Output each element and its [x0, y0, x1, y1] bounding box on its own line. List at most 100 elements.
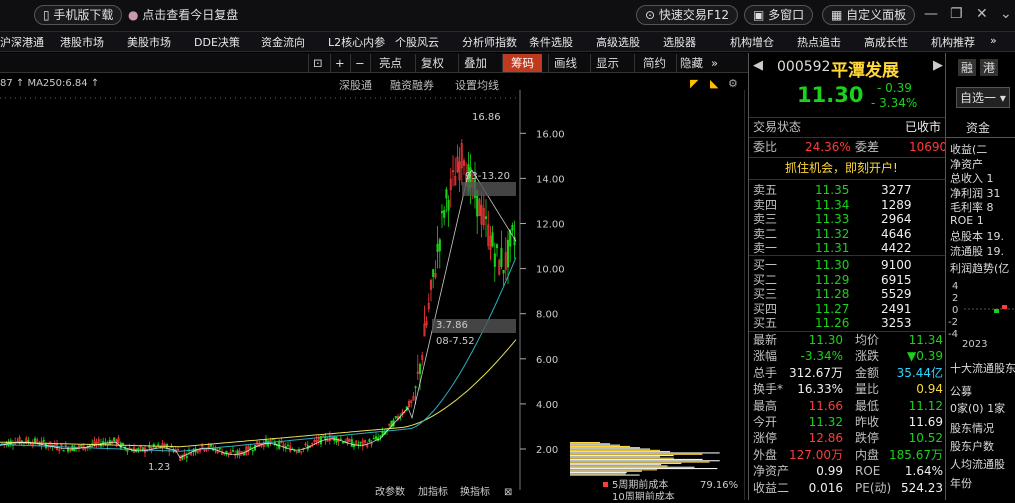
phone-icon: ▯ — [43, 8, 54, 22]
ma250-line — [0, 339, 517, 448]
toolbar-liangdian[interactable]: 亮点 — [370, 54, 410, 72]
window-icon: ▣ — [753, 8, 769, 22]
nav-item[interactable]: 分析师指数 — [462, 34, 517, 50]
svg-text:-2: -2 — [948, 317, 958, 328]
cost-marker-icon — [603, 482, 608, 487]
cost-tool-icon[interactable]: ◤ — [690, 77, 698, 90]
candle-body — [491, 232, 494, 247]
lock-icon[interactable]: ⊡ — [308, 54, 327, 72]
tag-rong[interactable]: 融 — [958, 59, 977, 76]
nav-more-icon[interactable]: » — [990, 34, 997, 47]
top10-holders[interactable]: 十大流通股东 — [950, 360, 1015, 376]
stat-row: 涨幅 -3.34% 涨跌 ▼0.39 — [753, 349, 943, 364]
status-row: 交易状态 已收市 — [753, 120, 942, 134]
nav-item[interactable]: 条件选股 — [529, 34, 573, 50]
chip-bar — [570, 447, 640, 449]
watchlist-select[interactable]: 自选一 ▾ — [956, 87, 1010, 108]
toolbar-fuquan[interactable]: 复权 — [415, 54, 449, 72]
nav-item[interactable]: 资金流向 — [261, 34, 305, 50]
nav-item[interactable]: 个股风云 — [395, 34, 439, 50]
tab-gaicanshu[interactable]: 改参数 — [375, 485, 405, 498]
chip-bar — [570, 474, 640, 476]
close-icon[interactable]: ✕ — [976, 6, 988, 22]
ma20-line — [0, 169, 517, 459]
candle-body — [447, 199, 450, 211]
candle-body — [502, 270, 505, 274]
buy-level-row: 买一 11.30 9100 — [753, 258, 912, 272]
tab-funds[interactable]: 资金 — [966, 119, 990, 136]
nav-item[interactable]: 热点追击 — [797, 34, 841, 50]
tag-gang[interactable]: 港 — [980, 59, 999, 76]
candle-body — [62, 449, 65, 452]
toolbar-yincang[interactable]: 隐藏 — [676, 54, 706, 72]
candle-body — [432, 269, 435, 277]
nav-item[interactable]: 沪深港通 — [0, 34, 44, 50]
chart-svg[interactable]: 16.00 14.00 12.00 10.00 8.00 6.00 4.00 2.00 16.… — [0, 90, 746, 503]
svg-text:2: 2 — [952, 293, 958, 304]
svg-text:0: 0 — [952, 305, 958, 316]
custom-panel-button[interactable]: ▦ 自定义面板 — [822, 5, 916, 25]
stock-code: 000592 — [777, 59, 831, 75]
prev-stock-icon[interactable]: ◀ — [753, 58, 763, 73]
nav-item[interactable]: 美股市场 — [127, 34, 171, 50]
nav-item[interactable]: 机构推荐 — [931, 34, 975, 50]
trend-title: 利润趋势(亿 — [950, 262, 1010, 275]
candle-body — [231, 449, 235, 452]
high-annotation: 16.86 — [472, 112, 501, 123]
toolbar-diejia[interactable]: 叠加 — [458, 54, 492, 72]
close-x-icon[interactable]: ⊠ — [504, 487, 512, 498]
chip-bar — [570, 462, 682, 464]
low-annotation: 1.23 — [148, 462, 170, 473]
nav-item[interactable]: 机构增仓 — [730, 34, 774, 50]
candle-body — [500, 248, 503, 267]
chip-bar — [570, 458, 703, 460]
plus-icon[interactable]: + — [330, 54, 349, 72]
nav-item[interactable]: 选股器 — [663, 34, 696, 50]
candle-body — [359, 441, 362, 444]
y-tick-label: 8.00 — [536, 310, 558, 321]
toolbar-jianyue[interactable]: 简约 — [634, 54, 674, 72]
nav-item[interactable]: DDE决策 — [194, 34, 240, 50]
chip-bar — [570, 465, 668, 467]
daily-review-link[interactable]: ● 点击查看今日复盘 — [128, 5, 238, 25]
candle-body — [436, 243, 439, 253]
candle-body — [368, 439, 371, 443]
candle-body — [372, 437, 375, 440]
y-tick-label: 2.00 — [536, 445, 558, 456]
candle-body — [440, 211, 444, 214]
market-nav: 沪深港通 港股市场 美股市场 DDE决策 资金流向 L2核心内参 个股风云 分析… — [0, 32, 1015, 52]
cost-tool-icon-2[interactable]: ◣ — [710, 77, 718, 90]
minimize-icon[interactable]: — — [924, 6, 938, 22]
review-icon: ● — [128, 8, 143, 22]
change-pct: - 3.34% — [871, 96, 918, 110]
more-icon[interactable]: » — [708, 54, 721, 72]
nav-item[interactable]: L2核心内参 — [328, 34, 385, 50]
tab-huanzhibiao[interactable]: 换指标 — [460, 485, 490, 498]
menu-chevron-icon[interactable]: ⌄ — [1000, 6, 1012, 22]
toolbar-chouma[interactable]: 筹码 — [502, 54, 542, 72]
y-tick-label: 4.00 — [536, 400, 558, 411]
kline-chart[interactable]: 16.00 14.00 12.00 10.00 8.00 6.00 4.00 2.00 16.… — [0, 90, 746, 503]
toolbar-xianshi[interactable]: 显示 — [590, 54, 624, 72]
profit-trend-chart: 4 2 0 -2 -4 2023 — [948, 281, 1015, 349]
candle-body — [251, 450, 254, 452]
mobile-download-button[interactable]: ▯ 手机版下载 — [34, 5, 123, 25]
candle-body — [511, 225, 514, 231]
toolbar-huaxian[interactable]: 画线 — [548, 54, 582, 72]
next-stock-icon[interactable]: ▶ — [933, 58, 943, 73]
settings-icon[interactable]: ⚙ — [728, 77, 738, 90]
multi-window-button[interactable]: ▣ 多窗口 — [744, 5, 814, 25]
holder-info: 股东情况 — [950, 422, 994, 435]
sell-level-row: 卖二 11.32 4646 — [753, 226, 912, 241]
tab-jiazhibiao[interactable]: 加指标 — [418, 485, 448, 498]
nav-item[interactable]: 高级选股 — [596, 34, 640, 50]
nav-item[interactable]: 港股市场 — [60, 34, 104, 50]
restore-icon[interactable]: ❐ — [950, 6, 963, 22]
candle-body — [286, 444, 290, 447]
quote-panel: ◀ 000592 平潭发展 ▶ 11.30 - 0.39 - 3.34% 交易状… — [748, 53, 947, 500]
minus-icon[interactable]: − — [350, 54, 369, 72]
nav-item[interactable]: 高成长性 — [864, 34, 908, 50]
quick-trade-button[interactable]: ⊙ 快速交易F12 — [636, 5, 739, 25]
pub-value: 0家(0) 1家 — [950, 402, 1006, 415]
finance-row: 流通股 19. — [950, 244, 1004, 258]
